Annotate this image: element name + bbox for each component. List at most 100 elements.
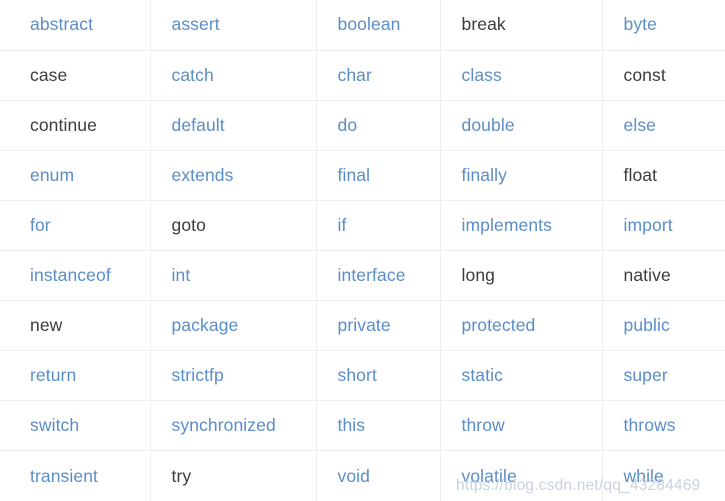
table-cell: void <box>316 450 441 501</box>
keyword-link[interactable]: else <box>624 115 657 136</box>
table-cell: synchronized <box>150 400 317 452</box>
keyword-link[interactable]: return <box>30 365 76 386</box>
table-row: enum extends final finally float <box>0 150 725 201</box>
table-cell: abstract <box>0 0 151 51</box>
table-cell: extends <box>150 150 317 201</box>
table-cell: goto <box>150 200 317 251</box>
table-cell: boolean <box>316 0 441 51</box>
table-cell: float <box>602 150 725 201</box>
keyword-link[interactable]: volatile <box>462 466 517 487</box>
table-row: transient try void volatile while <box>0 450 725 501</box>
table-cell: enum <box>0 150 151 201</box>
keyword-text: try <box>171 465 192 486</box>
table-cell: protected <box>440 300 603 352</box>
keyword-link[interactable]: synchronized <box>172 415 276 436</box>
table-cell: instanceof <box>0 250 151 302</box>
table-row: instanceof int interface long native <box>0 250 725 302</box>
table-cell: switch <box>0 400 151 452</box>
keyword-link[interactable]: import <box>624 215 673 236</box>
keyword-link[interactable]: transient <box>30 466 98 487</box>
table-cell: short <box>316 350 441 402</box>
table-cell: package <box>150 300 317 352</box>
table-cell: try <box>150 450 317 501</box>
keyword-link[interactable]: strictfp <box>172 365 224 386</box>
table-cell: public <box>602 300 725 352</box>
keyword-link[interactable]: this <box>338 415 366 436</box>
table-cell: long <box>440 250 603 302</box>
keyword-link[interactable]: assert <box>172 14 220 35</box>
keyword-link[interactable]: while <box>624 466 664 487</box>
table-cell: class <box>440 50 603 101</box>
keyword-link[interactable]: catch <box>172 65 214 86</box>
keyword-link[interactable]: byte <box>624 14 657 35</box>
table-cell: interface <box>316 250 441 302</box>
keyword-text: new <box>30 315 63 336</box>
keyword-link[interactable]: short <box>338 365 377 386</box>
table-cell: catch <box>150 50 317 101</box>
keyword-link[interactable]: throws <box>624 415 676 436</box>
keyword-text: break <box>461 14 506 35</box>
keyword-link[interactable]: if <box>338 215 347 236</box>
table-cell: strictfp <box>150 350 317 402</box>
keyword-link[interactable]: abstract <box>30 14 93 35</box>
table-cell: volatile <box>440 450 603 501</box>
table-cell: new <box>0 300 151 352</box>
keyword-link[interactable]: final <box>338 165 371 186</box>
keyword-link[interactable]: throw <box>462 415 505 436</box>
keyword-link[interactable]: switch <box>30 415 79 436</box>
table-cell: import <box>602 200 725 251</box>
keyword-link[interactable]: super <box>624 365 668 386</box>
keyword-link[interactable]: private <box>338 315 391 336</box>
keyword-text: continue <box>30 114 97 135</box>
keyword-link[interactable]: void <box>338 466 371 487</box>
table-cell: while <box>602 451 725 501</box>
keyword-link[interactable]: package <box>172 315 239 336</box>
keyword-link[interactable]: public <box>624 315 670 336</box>
keyword-text: case <box>30 64 68 85</box>
table-cell: default <box>150 100 317 151</box>
table-cell: for <box>0 200 151 251</box>
table-cell: implements <box>440 200 603 251</box>
table-cell: do <box>316 100 441 151</box>
keyword-link[interactable]: default <box>172 115 225 136</box>
table-cell: else <box>602 100 725 151</box>
table-row: return strictfp short static super <box>0 350 725 402</box>
keyword-link[interactable]: double <box>462 115 515 136</box>
table-cell: return <box>0 350 151 402</box>
table-cell: assert <box>150 0 317 51</box>
table-row: for goto if implements import <box>0 200 725 251</box>
table-cell: break <box>440 0 603 51</box>
keyword-link[interactable]: enum <box>30 165 74 186</box>
keyword-link[interactable]: char <box>338 65 372 86</box>
table-cell: this <box>316 400 441 452</box>
table-cell: continue <box>0 100 151 151</box>
keyword-link[interactable]: class <box>462 65 502 86</box>
keyword-text: long <box>461 265 495 286</box>
table-cell: double <box>440 100 603 151</box>
keyword-table: abstract assert boolean break byte case catch c… <box>0 0 725 501</box>
table-cell: byte <box>602 0 725 51</box>
table-cell: char <box>316 50 441 101</box>
table-cell: super <box>602 350 725 402</box>
keyword-link[interactable]: implements <box>462 215 552 236</box>
table-cell: final <box>316 150 441 201</box>
table-cell: finally <box>440 150 603 201</box>
table-cell: if <box>316 200 441 251</box>
keyword-link[interactable]: boolean <box>338 14 401 35</box>
keyword-link[interactable]: finally <box>462 165 507 186</box>
keyword-link[interactable]: for <box>30 215 51 236</box>
keyword-link[interactable]: extends <box>172 165 234 186</box>
keyword-link[interactable]: instanceof <box>30 265 111 286</box>
keyword-link[interactable]: do <box>338 115 358 136</box>
table-cell: private <box>316 300 441 352</box>
keyword-link[interactable]: protected <box>462 315 536 336</box>
keyword-table-body: abstract assert boolean break byte case catch c… <box>0 0 725 501</box>
keyword-link[interactable]: int <box>172 265 191 286</box>
table-cell: transient <box>0 450 151 501</box>
table-row: case catch char class const <box>0 50 725 101</box>
table-cell: const <box>602 50 725 101</box>
keyword-link[interactable]: interface <box>338 265 406 286</box>
table-row: continue default do double else <box>0 100 725 151</box>
keyword-link[interactable]: static <box>462 365 503 386</box>
table-row: switch synchronized this throw throws <box>0 400 725 452</box>
